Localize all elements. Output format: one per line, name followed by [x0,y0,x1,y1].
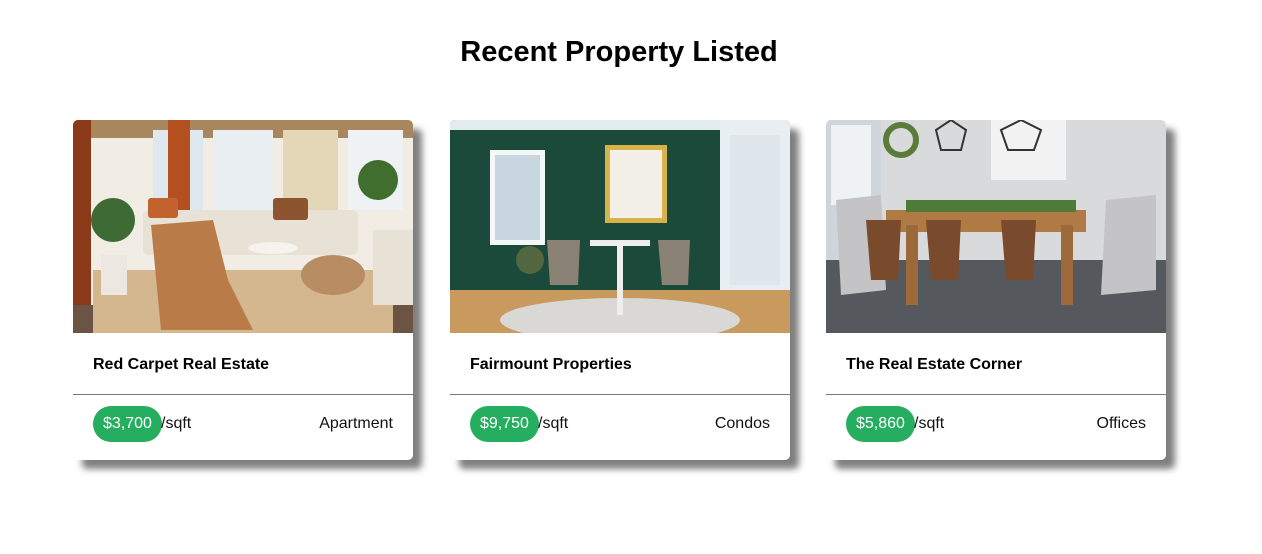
price-row: $5,860 /sqft Offices [846,406,1146,442]
divider [826,394,1166,395]
property-card[interactable]: The Real Estate Corner $5,860 /sqft Offi… [826,120,1166,460]
property-name: The Real Estate Corner [846,356,1023,373]
property-photo[interactable] [826,120,1166,333]
property-card[interactable]: Fairmount Properties $9,750 /sqft Condos [450,120,790,460]
property-type: Condos [714,415,770,432]
divider [450,394,790,395]
property-photo[interactable] [73,120,413,333]
divider [73,394,413,395]
dining-room-photo [826,120,1166,333]
price-badge[interactable]: $5,860 [846,406,915,442]
price-unit: /sqft [161,415,192,432]
property-type: Apartment [319,415,393,432]
page-title: Recent Property Listed [460,36,778,68]
property-name: Fairmount Properties [470,356,632,373]
price-row: $9,750 /sqft Condos [470,406,770,442]
property-name: Red Carpet Real Estate [93,356,270,373]
property-photo[interactable] [450,120,790,333]
property-card[interactable]: Red Carpet Real Estate $3,700 /sqft Apar… [73,120,413,460]
property-type: Offices [1096,415,1147,432]
price-unit: /sqft [538,415,569,432]
price-row: $3,700 /sqft Apartment [93,406,393,442]
living-room-photo [73,120,413,333]
price-unit: /sqft [914,415,945,432]
price-badge[interactable]: $3,700 [93,406,162,442]
price-badge[interactable]: $9,750 [470,406,539,442]
dining-nook-photo [450,120,790,333]
